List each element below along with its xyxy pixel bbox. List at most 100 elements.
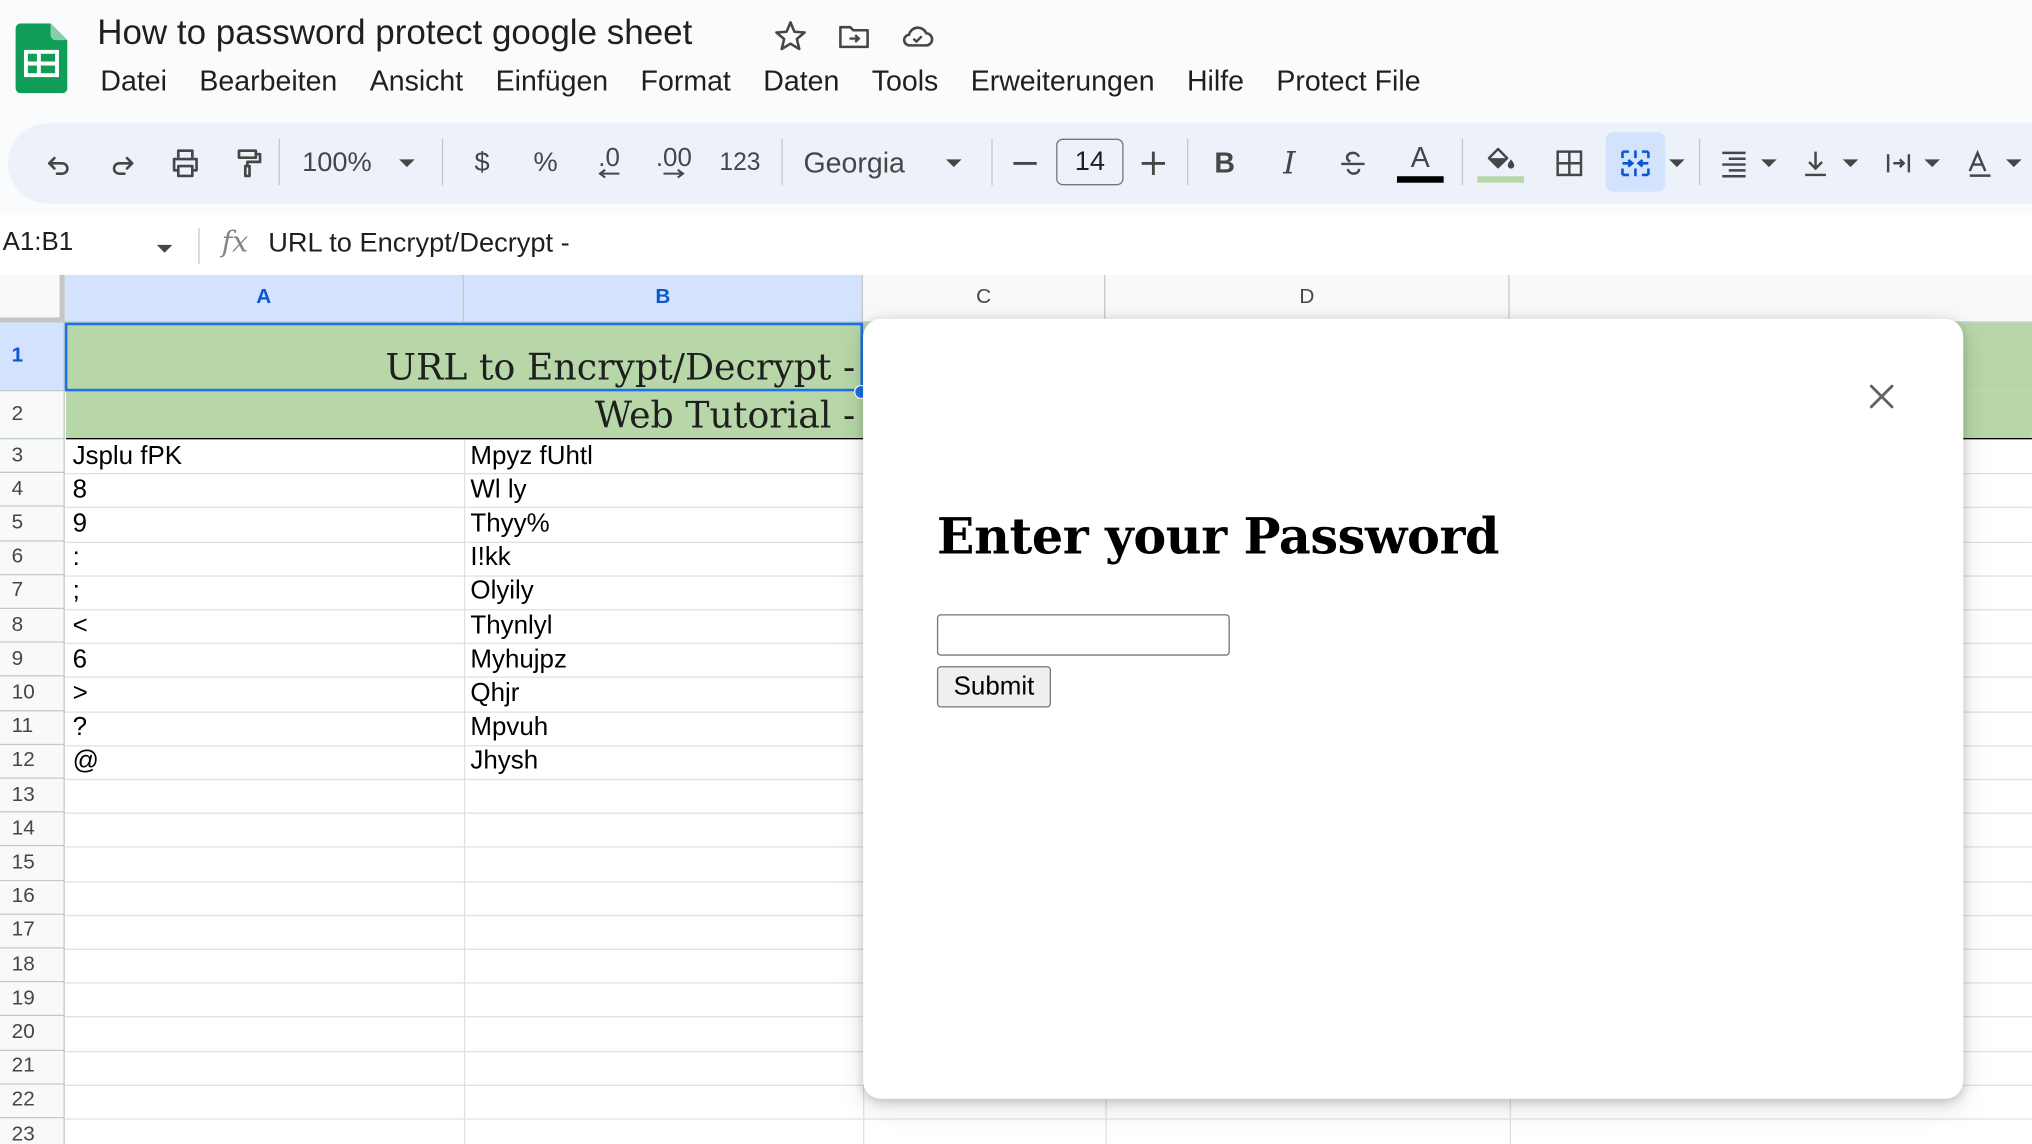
- row-header-14[interactable]: 14: [0, 812, 65, 847]
- merge-cells-icon[interactable]: [1615, 123, 1656, 203]
- cell-a11[interactable]: ?: [66, 711, 87, 745]
- star-icon[interactable]: [772, 18, 808, 54]
- horizontal-align-dropdown-icon[interactable]: [1759, 123, 1780, 203]
- cell-b3[interactable]: Mpyz fUhtl: [464, 439, 592, 473]
- vertical-align-dropdown-icon[interactable]: [1840, 123, 1861, 203]
- paint-format-icon[interactable]: [229, 123, 268, 203]
- cell-b7[interactable]: Olyily: [464, 575, 533, 609]
- horizontal-align-icon[interactable]: [1714, 123, 1753, 203]
- column-header-c[interactable]: C: [863, 274, 1106, 323]
- menu-datei[interactable]: Datei: [84, 65, 183, 99]
- font-select[interactable]: Georgia: [803, 123, 926, 203]
- percent-format-button[interactable]: %: [526, 123, 565, 203]
- row-header-23[interactable]: 23: [0, 1118, 65, 1144]
- row-header-1[interactable]: 1: [0, 322, 65, 392]
- row-header-20[interactable]: 20: [0, 1016, 65, 1051]
- menu-einfuegen[interactable]: Einfügen: [479, 65, 624, 99]
- row-header-16[interactable]: 16: [0, 880, 65, 915]
- menu-format[interactable]: Format: [624, 65, 747, 99]
- cell-a9[interactable]: 6: [66, 643, 87, 677]
- cell-b11[interactable]: Mpvuh: [464, 711, 548, 745]
- cell-a3[interactable]: Jsplu fPK: [66, 439, 182, 473]
- row-header-12[interactable]: 12: [0, 744, 65, 779]
- row-header-9[interactable]: 9: [0, 643, 65, 677]
- increase-font-size-icon[interactable]: [1134, 123, 1173, 203]
- row-header-22[interactable]: 22: [0, 1084, 65, 1119]
- cell-a5[interactable]: 9: [66, 507, 87, 541]
- menu-ansicht[interactable]: Ansicht: [353, 65, 479, 99]
- cell-b12[interactable]: Jhysh: [464, 745, 538, 779]
- redo-icon[interactable]: [104, 123, 143, 203]
- print-icon[interactable]: [166, 123, 205, 203]
- column-header-d[interactable]: D: [1105, 274, 1510, 323]
- name-box-dropdown-icon[interactable]: [156, 238, 174, 261]
- row-header-7[interactable]: 7: [0, 575, 65, 610]
- menu-hilfe[interactable]: Hilfe: [1171, 65, 1260, 99]
- row-header-17[interactable]: 17: [0, 914, 65, 949]
- menu-tools[interactable]: Tools: [856, 65, 955, 99]
- sheets-logo-icon[interactable]: [15, 23, 68, 94]
- cell-a10[interactable]: >: [66, 677, 88, 711]
- zoom-dropdown-icon[interactable]: [394, 123, 420, 203]
- cell-a6[interactable]: :: [66, 541, 80, 575]
- row-header-11[interactable]: 11: [0, 710, 65, 745]
- column-header-a[interactable]: A: [64, 274, 464, 323]
- document-title[interactable]: How to password protect google sheet: [97, 13, 692, 53]
- menu-protect-file[interactable]: Protect File: [1260, 65, 1437, 99]
- row-header-13[interactable]: 13: [0, 778, 65, 813]
- undo-icon[interactable]: [39, 123, 78, 203]
- select-all-corner[interactable]: [0, 274, 65, 323]
- row-header-4[interactable]: 4: [0, 473, 65, 508]
- bold-button[interactable]: B: [1205, 123, 1244, 203]
- decrease-font-size-icon[interactable]: [1006, 123, 1045, 203]
- currency-format-button[interactable]: $: [463, 123, 502, 203]
- text-rotation-dropdown-icon[interactable]: [2003, 123, 2024, 203]
- fill-color-button[interactable]: [1477, 123, 1524, 203]
- borders-icon[interactable]: [1550, 123, 1589, 203]
- cloud-saved-icon[interactable]: [899, 18, 935, 54]
- cell-a4[interactable]: 8: [66, 473, 87, 507]
- cell-a7[interactable]: ;: [66, 575, 80, 609]
- submit-button[interactable]: Submit: [936, 666, 1051, 708]
- menu-daten[interactable]: Daten: [747, 65, 855, 99]
- zoom-select[interactable]: 100%: [293, 123, 381, 203]
- column-header-e[interactable]: [1509, 274, 2032, 323]
- merge-dropdown-icon[interactable]: [1667, 123, 1688, 203]
- text-color-button[interactable]: A: [1396, 123, 1444, 203]
- italic-button[interactable]: I: [1270, 123, 1309, 203]
- cell-b5[interactable]: Thyy%: [464, 507, 549, 541]
- menu-erweiterungen[interactable]: Erweiterungen: [955, 65, 1171, 99]
- cell-b8[interactable]: Thynlyl: [464, 609, 552, 643]
- row-header-2[interactable]: 2: [0, 391, 65, 440]
- text-wrapping-icon[interactable]: [1879, 123, 1918, 203]
- text-rotation-icon[interactable]: [1961, 123, 2000, 203]
- cell-a8[interactable]: <: [66, 609, 88, 643]
- row-header-21[interactable]: 21: [0, 1050, 65, 1085]
- column-header-b[interactable]: B: [463, 274, 864, 323]
- cell-b9[interactable]: Myhujpz: [464, 643, 567, 677]
- formula-input[interactable]: URL to Encrypt/Decrypt -: [268, 228, 569, 259]
- row-header-15[interactable]: 15: [0, 846, 65, 881]
- cell-b4[interactable]: Wl ly: [464, 473, 526, 507]
- password-input[interactable]: [936, 614, 1230, 656]
- row-header-19[interactable]: 19: [0, 982, 65, 1017]
- font-size-input[interactable]: 14: [1056, 138, 1124, 186]
- row-header-5[interactable]: 5: [0, 507, 65, 542]
- row-header-18[interactable]: 18: [0, 948, 65, 983]
- move-folder-icon[interactable]: [836, 18, 872, 54]
- strikethrough-icon[interactable]: [1333, 123, 1372, 203]
- row-header-8[interactable]: 8: [0, 609, 65, 644]
- row-header-6[interactable]: 6: [0, 541, 65, 576]
- increase-decimal-button[interactable]: .00: [651, 123, 698, 203]
- text-wrapping-dropdown-icon[interactable]: [1922, 123, 1943, 203]
- cell-a12[interactable]: @: [66, 745, 99, 779]
- number-format-button[interactable]: 123: [715, 123, 764, 203]
- decrease-decimal-button[interactable]: .0: [586, 123, 633, 203]
- vertical-align-icon[interactable]: [1796, 123, 1835, 203]
- font-dropdown-icon[interactable]: [941, 123, 967, 203]
- menu-bearbeiten[interactable]: Bearbeiten: [183, 65, 353, 99]
- row-header-10[interactable]: 10: [0, 676, 65, 711]
- cell-b6[interactable]: I!kk: [464, 541, 510, 575]
- row-header-3[interactable]: 3: [0, 439, 65, 474]
- close-icon[interactable]: [1864, 378, 1900, 414]
